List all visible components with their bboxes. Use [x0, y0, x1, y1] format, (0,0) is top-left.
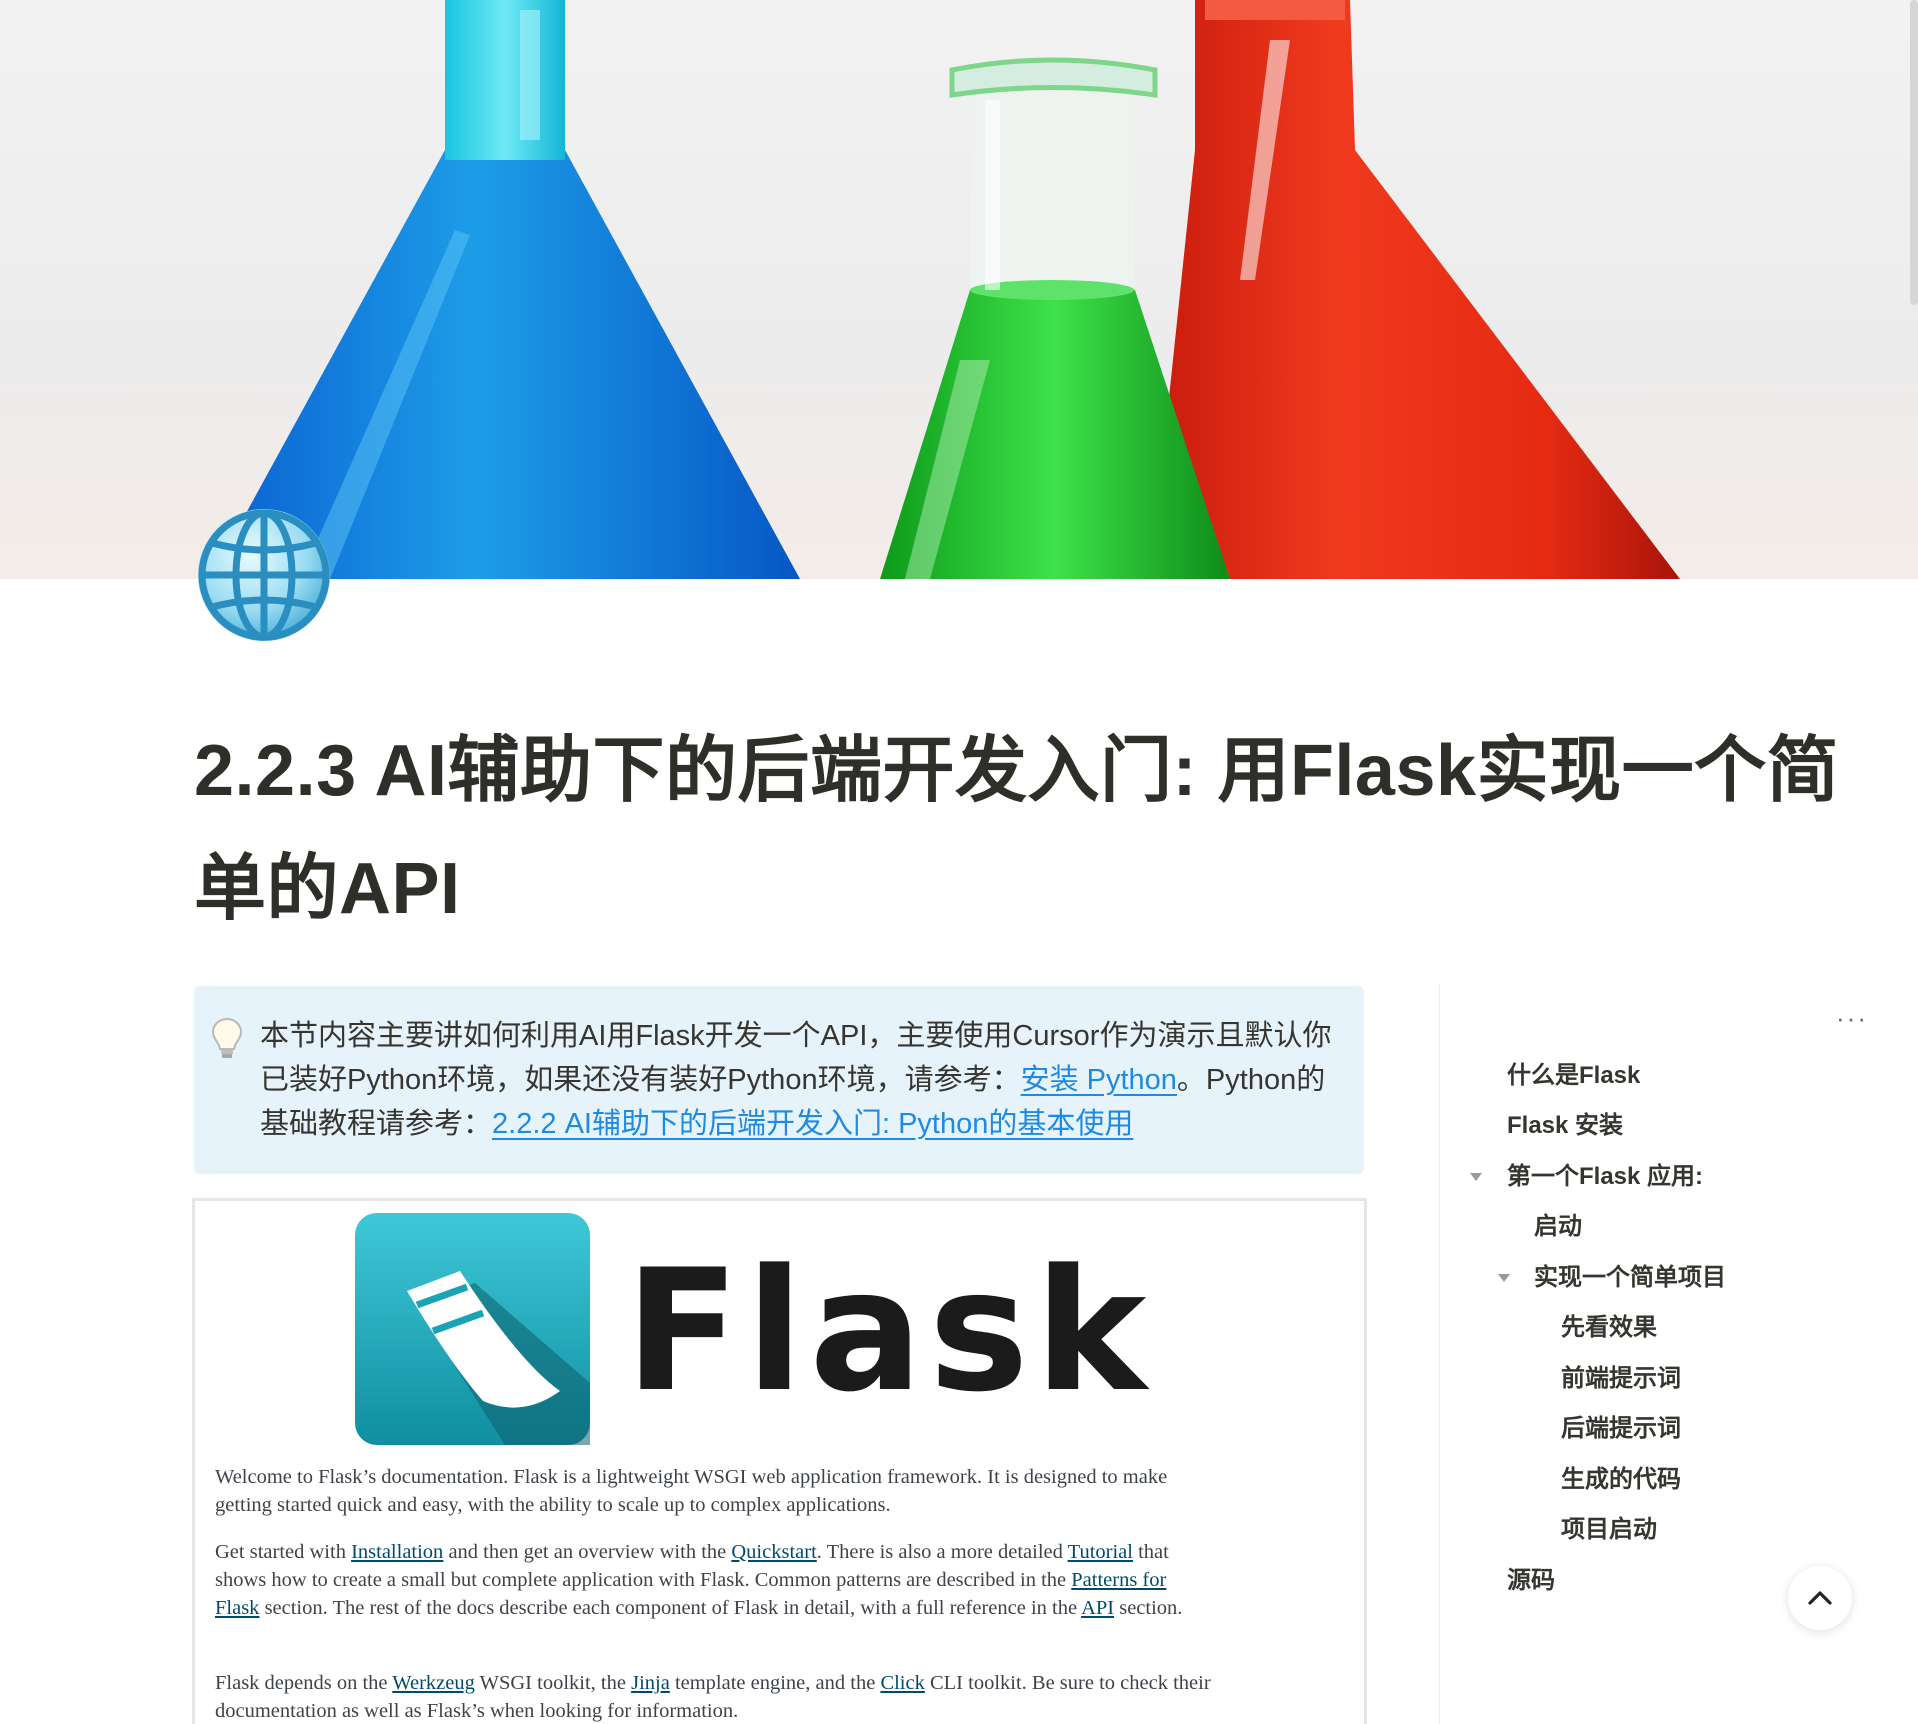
toc-divider — [1439, 985, 1440, 1724]
lab-flasks-illustration — [210, 0, 1680, 579]
toc-item-flask-install[interactable]: Flask 安装 — [1507, 1111, 1623, 1141]
lightbulb-icon — [210, 1016, 244, 1060]
toc-item-simple-project[interactable]: 实现一个简单项目 — [1534, 1263, 1726, 1293]
quickstart-link[interactable]: Quickstart — [731, 1541, 816, 1563]
toc-expand-caret-icon[interactable] — [1470, 1173, 1482, 1181]
flask-docs-image[interactable]: Flask Welcome to Flask’s documentation. … — [192, 1198, 1367, 1724]
doc-paragraph-getting-started: Get started with Installation and then g… — [215, 1541, 1183, 1619]
toc-item-generated-code[interactable]: 生成的代码 — [1561, 1465, 1681, 1495]
doc-paragraph-intro: Welcome to Flask’s documentation. Flask … — [215, 1466, 1168, 1516]
toc-expand-caret-icon[interactable] — [1498, 1274, 1510, 1282]
installation-link[interactable]: Installation — [351, 1541, 443, 1563]
toc-item-what-is-flask[interactable]: 什么是Flask — [1507, 1061, 1640, 1091]
flask-wordmark: Flask — [625, 1233, 1153, 1429]
globe-icon[interactable] — [194, 505, 334, 645]
toc-item-project-start[interactable]: 项目启动 — [1561, 1515, 1657, 1545]
toc-item-first-app[interactable]: 第一个Flask 应用: — [1507, 1162, 1703, 1192]
tutorial-link[interactable]: Tutorial — [1068, 1541, 1133, 1563]
werkzeug-link[interactable]: Werkzeug — [392, 1672, 475, 1694]
callout: 本节内容主要讲如何利用AI用Flask开发一个API，主要使用Cursor作为演… — [194, 986, 1364, 1174]
api-link[interactable]: API — [1081, 1597, 1114, 1619]
toc-item-frontend-prompt[interactable]: 前端提示词 — [1561, 1364, 1681, 1394]
click-link[interactable]: Click — [880, 1672, 924, 1694]
scroll-to-top-button[interactable] — [1788, 1566, 1852, 1630]
scrollbar-thumb[interactable] — [1910, 0, 1918, 305]
install-python-link[interactable]: 安装 Python — [1021, 1064, 1177, 1096]
doc-paragraph-dependencies: Flask depends on the Werkzeug WSGI toolk… — [215, 1672, 1211, 1722]
toc-item-startup[interactable]: 启动 — [1534, 1212, 1582, 1242]
page-cover[interactable] — [0, 0, 1918, 579]
flask-logo-icon — [355, 1213, 590, 1445]
toc-more-menu[interactable]: ··· — [1836, 1003, 1868, 1034]
jinja-link[interactable]: Jinja — [631, 1672, 670, 1694]
toc-item-source[interactable]: 源码 — [1507, 1566, 1555, 1596]
chevron-up-icon — [1808, 1591, 1832, 1605]
toc-item-backend-prompt[interactable]: 后端提示词 — [1561, 1414, 1681, 1444]
python-basics-link[interactable]: 2.2.2 AI辅助下的后端开发入门: Python的基本使用 — [492, 1108, 1133, 1140]
toc-item-preview[interactable]: 先看效果 — [1561, 1313, 1657, 1343]
page-title[interactable]: 2.2.3 AI辅助下的后端开发入门: 用Flask实现一个简单的API — [194, 712, 1854, 948]
callout-text: 本节内容主要讲如何利用AI用Flask开发一个API，主要使用Cursor作为演… — [260, 1020, 1332, 1140]
